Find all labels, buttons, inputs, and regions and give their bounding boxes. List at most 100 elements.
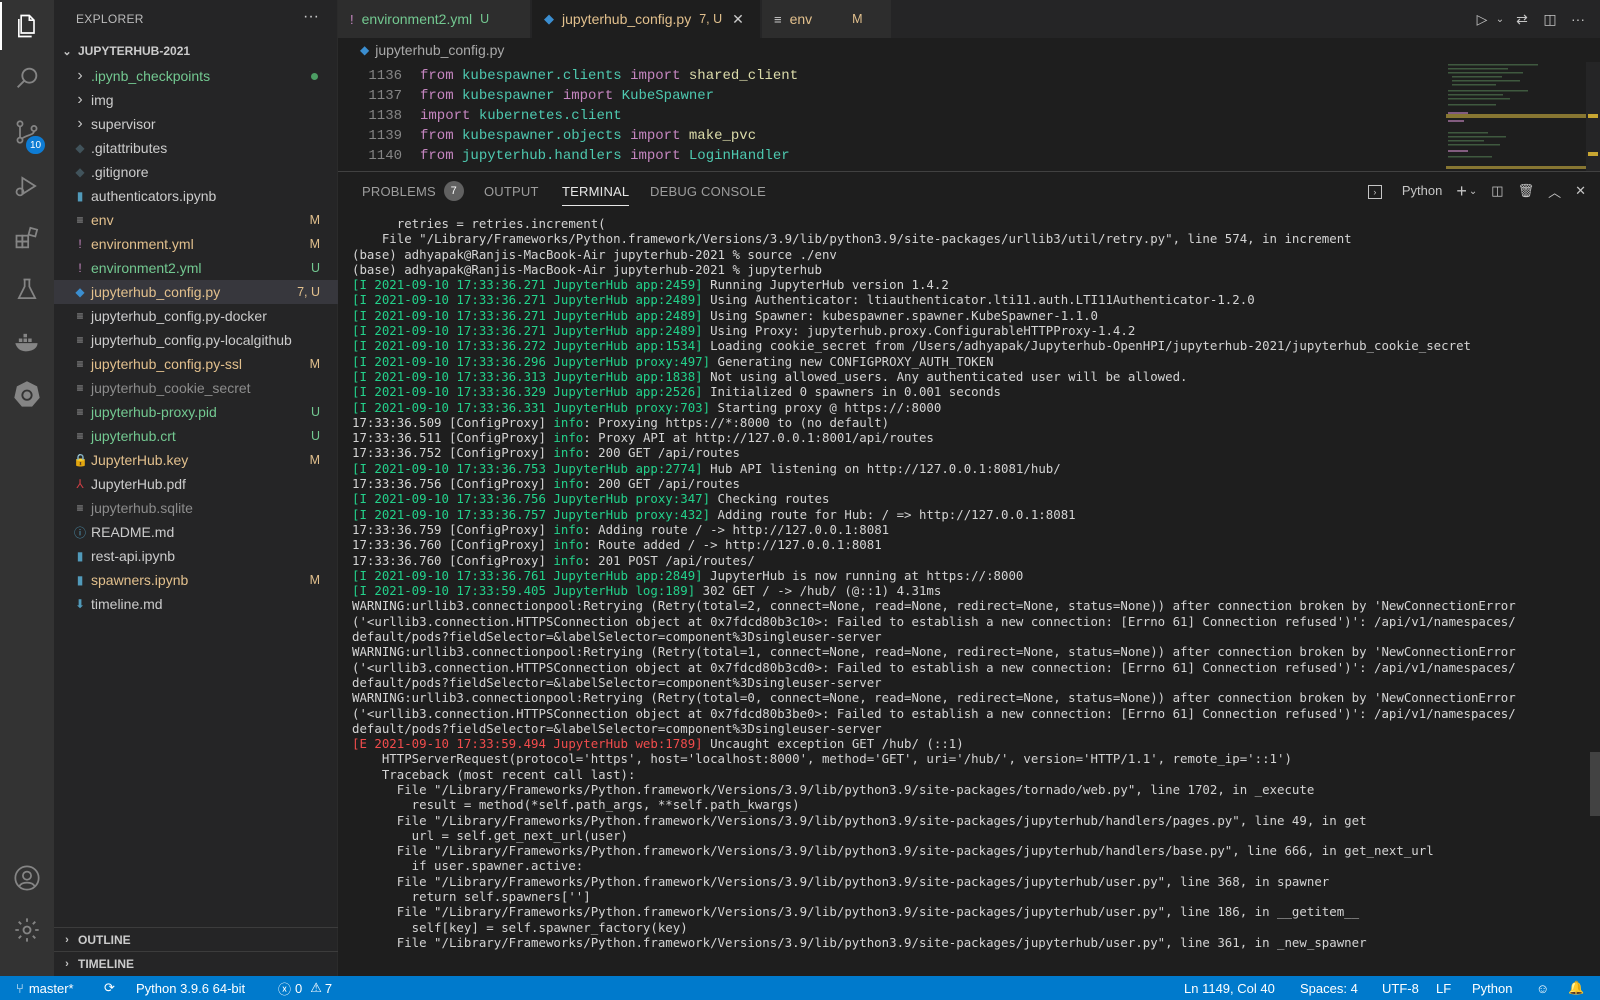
code-line[interactable]: 1139 from kubespawner.objects import make…: [338, 126, 756, 146]
file-tree-item[interactable]: ◆ .gitignore: [54, 160, 338, 184]
notifications-bell-icon[interactable]: 🔔: [1568, 976, 1584, 1000]
error-icon: ⓧ: [278, 981, 292, 997]
code-line[interactable]: 1136 from kubespawner.clients import shar…: [338, 66, 798, 86]
search-icon[interactable]: [0, 54, 54, 102]
code-editor[interactable]: 1136 from kubespawner.clients import shar…: [338, 62, 1600, 171]
terminal-output[interactable]: retries = retries.increment( File "/Libr…: [352, 216, 1584, 977]
file-tree-item[interactable]: ≡ jupyterhub_cookie_secret: [54, 376, 338, 400]
problems-count-badge: 7: [443, 181, 464, 201]
extensions-icon[interactable]: [0, 214, 54, 262]
more-actions-icon[interactable]: ···: [1566, 11, 1590, 27]
terminal-line: File "/Library/Frameworks/Python.framewo…: [352, 781, 1315, 797]
git-status-badge: U: [310, 405, 320, 419]
file-tree-item[interactable]: ◆ .gitattributes: [54, 136, 338, 160]
encoding-status[interactable]: UTF-8: [1382, 976, 1419, 1000]
editor-tab[interactable]: ≡ env M: [762, 0, 892, 38]
explorer-icon[interactable]: [0, 2, 54, 50]
file-tree-item[interactable]: ≡ jupyterhub.sqlite: [54, 496, 338, 520]
file-tree-item[interactable]: ⅄ JupyterHub.pdf: [54, 472, 338, 496]
tab-label: environment2.yml: [361, 11, 473, 27]
eol-status[interactable]: LF: [1436, 976, 1451, 1000]
file-tree-item[interactable]: ▮ spawners.ipynb M: [54, 568, 338, 592]
language-mode-status[interactable]: Python: [1472, 976, 1512, 1000]
terminal-scrollbar-thumb[interactable]: [1590, 752, 1600, 816]
yaml-file-icon: !: [78, 261, 82, 275]
tab-problems[interactable]: PROBLEMS 7: [362, 172, 464, 210]
settings-gear-icon[interactable]: [0, 906, 54, 954]
file-tree-item[interactable]: 🔒 JupyterHub.key M: [54, 448, 338, 472]
file-tree-item[interactable]: ≡ jupyterhub_config.py-ssl M: [54, 352, 338, 376]
activity-bar: 10: [0, 0, 54, 976]
file-tree-item[interactable]: ▮ rest-api.ipynb: [54, 544, 338, 568]
terminal-shell-selector[interactable]: › Python: [1354, 183, 1442, 199]
git-status-badge: U: [310, 429, 320, 443]
new-terminal-plus-icon[interactable]: +: [1456, 181, 1467, 202]
timeline-section[interactable]: › TIMELINE: [54, 951, 338, 975]
tab-status-badge: M: [852, 12, 863, 26]
line-number: 1140: [368, 148, 402, 164]
python-interpreter-status[interactable]: Python 3.9.6 64-bit: [136, 976, 245, 1000]
file-name: env: [91, 212, 114, 228]
file-tree-item[interactable]: ≡ jupyterhub-proxy.pid U: [54, 400, 338, 424]
minimap[interactable]: [1446, 62, 1586, 171]
explorer-sidebar: EXPLORER ··· ⌄ JUPYTERHUB-2021 › .ipynb_c…: [54, 0, 338, 976]
editor-tab[interactable]: ! environment2.yml U: [338, 0, 531, 38]
trash-icon[interactable]: 🗑: [1518, 183, 1535, 199]
file-tree-item[interactable]: ≡ jupyterhub_config.py-localgithub: [54, 328, 338, 352]
terminal-line: self[key] = self.spawner_factory(key): [352, 919, 688, 935]
docker-icon[interactable]: [0, 318, 54, 366]
testing-flask-icon[interactable]: [0, 266, 54, 314]
file-tree-item[interactable]: ⓘ README.md: [54, 520, 338, 544]
kubernetes-icon[interactable]: [0, 370, 54, 418]
code-line[interactable]: 1138 import kubernetes.client: [338, 106, 621, 126]
git-branch-status[interactable]: ⑂ master*: [16, 976, 74, 1000]
close-panel-icon[interactable]: ✕: [1575, 183, 1586, 199]
file-tree-item[interactable]: ≡ jupyterhub.crt U: [54, 424, 338, 448]
breadcrumb-file[interactable]: jupyterhub_config.py: [375, 42, 504, 58]
file-tree-item[interactable]: › img: [54, 88, 338, 112]
editor-tab[interactable]: ◆ jupyterhub_config.py 7, U ✕: [532, 0, 761, 38]
problems-status[interactable]: ⓧ 0 ⚠ 7: [278, 976, 332, 1000]
terminal-line: [I 2021-09-10 17:33:36.271 JupyterHub ap…: [352, 292, 1255, 308]
tab-status-badge: 7, U: [699, 12, 723, 26]
file-tree-item[interactable]: ◆ jupyterhub_config.py 7, U: [54, 280, 338, 304]
maximize-panel-chevron-up-icon[interactable]: ︿: [1548, 182, 1561, 201]
tab-output[interactable]: OUTPUT: [484, 172, 539, 210]
file-tree-item[interactable]: › supervisor: [54, 112, 338, 136]
compare-changes-icon[interactable]: ⇄: [1510, 11, 1534, 28]
file-tree-item[interactable]: ! environment.yml M: [54, 232, 338, 256]
file-tree-item[interactable]: ≡ env M: [54, 208, 338, 232]
file-tree-item[interactable]: › .ipynb_checkpoints: [54, 64, 338, 88]
outline-section[interactable]: › OUTLINE: [54, 927, 338, 951]
more-actions-icon[interactable]: ···: [303, 8, 319, 26]
output-label: OUTPUT: [484, 183, 539, 199]
cursor-position-status[interactable]: Ln 1149, Col 40: [1184, 976, 1275, 1000]
account-icon[interactable]: [0, 854, 54, 902]
new-terminal-dropdown-icon[interactable]: ⌄: [1469, 186, 1477, 197]
split-editor-icon[interactable]: ◫: [1538, 11, 1562, 28]
text-file-icon: ≡: [76, 501, 84, 515]
code-line[interactable]: 1140 from jupyterhub.handlers import Logi…: [338, 146, 789, 166]
editor-scrollbar[interactable]: [1586, 62, 1600, 171]
file-tree-item[interactable]: ! environment2.yml U: [54, 256, 338, 280]
code-line[interactable]: 1137 from kubespawner import KubeSpawner: [338, 86, 714, 106]
file-tree-item[interactable]: ▮ authenticators.ipynb: [54, 184, 338, 208]
run-debug-icon[interactable]: [0, 162, 54, 210]
terminal-line: [E 2021-09-10 17:33:59.494 JupyterHub we…: [352, 736, 964, 752]
text-file-icon: ≡: [76, 381, 84, 395]
feedback-icon[interactable]: ☺: [1536, 976, 1549, 1000]
run-icon[interactable]: ▷: [1470, 11, 1494, 28]
file-name: jupyterhub_config.py: [91, 284, 221, 300]
source-control-icon[interactable]: 10: [0, 108, 54, 156]
tab-debug-console[interactable]: DEBUG CONSOLE: [650, 172, 766, 210]
file-tree-item[interactable]: ≡ jupyterhub_config.py-docker: [54, 304, 338, 328]
sync-icon[interactable]: ⟳: [104, 976, 115, 1000]
code-text: from kubespawner import KubeSpawner: [420, 88, 715, 104]
workspace-root-folder[interactable]: ⌄ JUPYTERHUB-2021: [54, 40, 338, 62]
close-tab-icon[interactable]: ✕: [732, 11, 744, 28]
tab-terminal[interactable]: TERMINAL: [562, 172, 630, 210]
split-terminal-icon[interactable]: ◫: [1491, 183, 1503, 199]
run-dropdown-chevron-icon[interactable]: ⌄: [1494, 14, 1506, 25]
indentation-status[interactable]: Spaces: 4: [1300, 976, 1358, 1000]
file-tree-item[interactable]: ⬇ timeline.md: [54, 592, 338, 616]
